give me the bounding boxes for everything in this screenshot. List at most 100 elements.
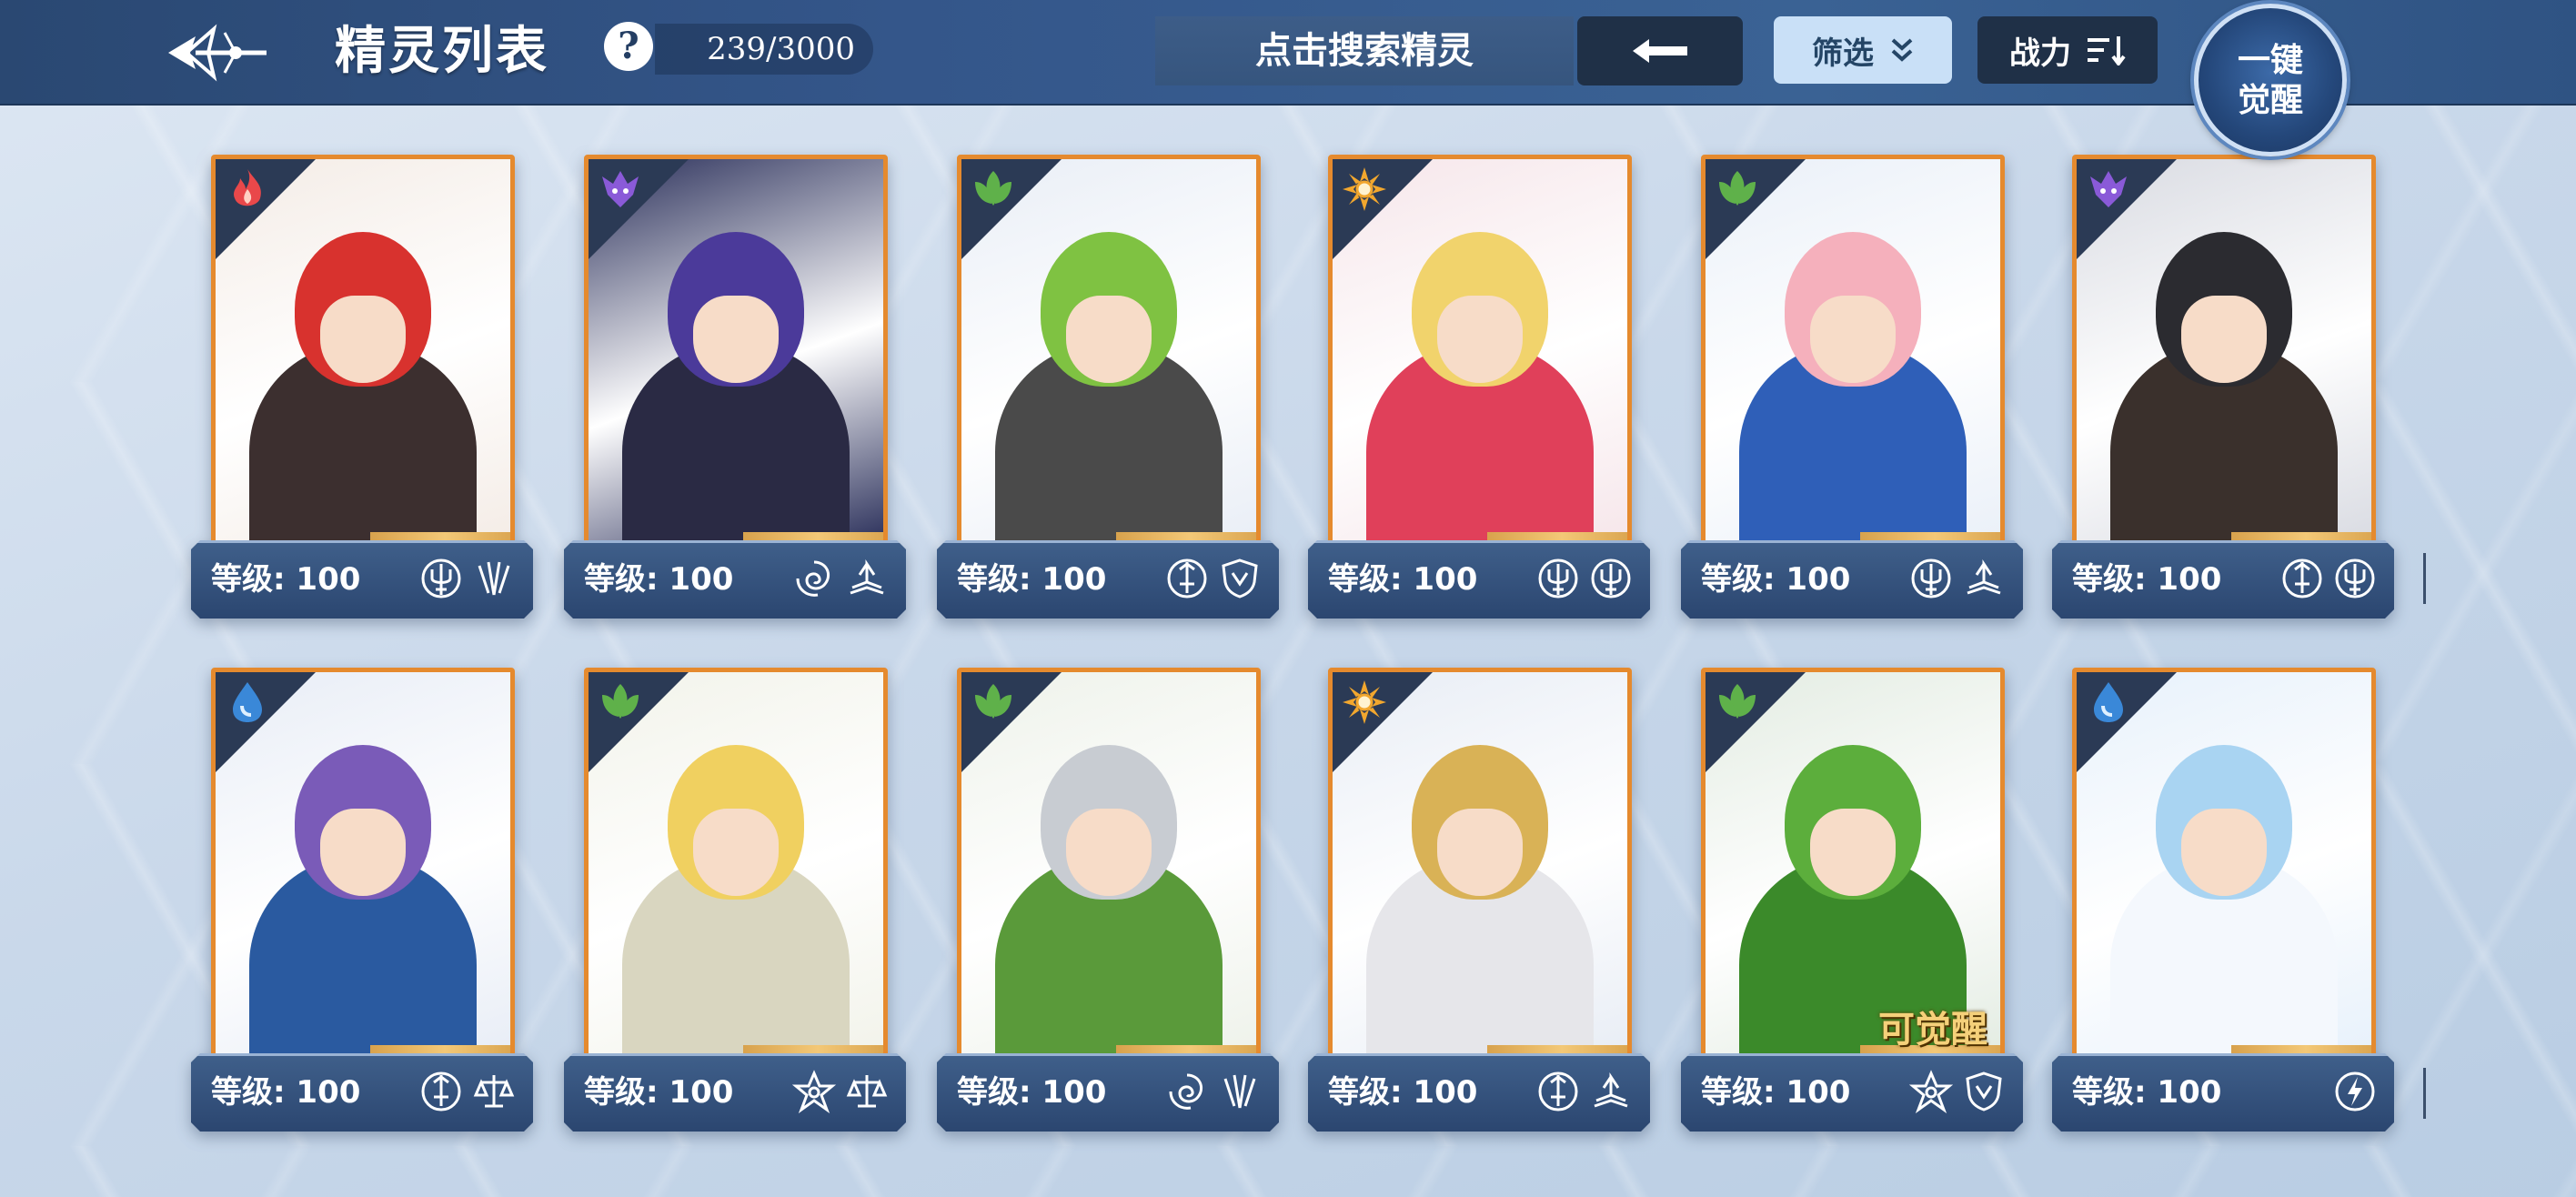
skill-badges [1908,556,2007,601]
sword-icon [418,1069,464,1114]
card-info-bar: 等级: 100 [2052,1053,2394,1132]
spirit-card[interactable]: 等级: 100 [2052,668,2394,1139]
winged-arrow-icon [168,24,267,82]
claw-icon [1217,1069,1263,1114]
dark-icon [2082,163,2135,216]
card-info-bar: 等级: 100 [191,1053,533,1132]
one-key-awaken-button[interactable]: 一键 觉醒 [2194,4,2347,156]
skill-badges [791,556,890,601]
skill-badges [1908,1069,2007,1114]
search-back-button[interactable] [1577,16,1743,86]
book-icon [1588,1069,1634,1114]
light-icon [1338,163,1391,216]
portrait-face [2181,809,2267,896]
skill-badges [1164,556,1263,601]
card-info-bar: 等级: 100 [2052,540,2394,619]
grass-icon [967,163,1020,216]
spirit-card[interactable]: 等级: 100 [564,668,906,1139]
spirit-portrait [584,668,888,1061]
portrait-face [693,809,779,896]
spirit-portrait: 可觉醒 [1701,668,2005,1061]
card-info-bar: 等级: 100 [191,540,533,619]
spirit-portrait [2072,155,2376,548]
level-label: 等级: 100 [957,561,1107,598]
scroll-indicator[interactable] [2423,553,2426,604]
spirit-card[interactable]: 等级: 100 [937,668,1279,1139]
card-info-bar: 等级: 100 [1308,540,1650,619]
scales-icon [471,1069,517,1114]
sort-power-button[interactable]: 战力 [1977,16,2158,84]
level-label: 等级: 100 [584,561,734,598]
spirit-card[interactable]: 等级: 100 [2052,155,2394,626]
level-label: 等级: 100 [1701,561,1851,598]
star-icon [791,1069,837,1114]
skill-badges [418,1069,517,1114]
portrait-face [320,296,406,383]
top-bar: 精灵列表 ? 239/3000 点击搜索精灵 筛选 战力 [0,0,2576,106]
book-icon [1961,556,2007,601]
light-icon [1338,676,1391,729]
spirit-card[interactable]: 等级: 100 [937,155,1279,626]
sword-icon [1164,556,1210,601]
trident-icon [418,556,464,601]
card-info-bar: 等级: 100 [1308,1053,1650,1132]
grass-icon [1711,676,1764,729]
spirit-portrait [1701,155,2005,548]
trident-icon [2332,556,2378,601]
spirit-portrait [957,668,1261,1061]
scales-icon [844,1069,890,1114]
lightning-icon [2332,1069,2378,1114]
awaken-label-line2: 觉醒 [2237,81,2303,119]
help-button[interactable]: ? [604,22,653,71]
card-info-bar: 等级: 100 [564,1053,906,1132]
spirit-portrait [211,155,515,548]
level-label: 等级: 100 [2072,1074,2222,1111]
vortex-icon [1164,1069,1210,1114]
spirit-portrait [1328,155,1632,548]
arrow-left-icon [1633,39,1687,63]
spirit-card[interactable]: 等级: 100 [1308,668,1650,1139]
spirit-count: 239/3000 [655,24,873,75]
sword-icon [2279,556,2325,601]
portrait-face [2181,296,2267,383]
skill-badges [418,556,517,601]
skill-badges [2279,556,2378,601]
level-label: 等级: 100 [584,1074,734,1111]
book-icon [844,556,890,601]
awaken-label-line1: 一键 [2237,41,2303,79]
portrait-face [1437,809,1523,896]
grass-icon [594,676,647,729]
filter-label: 筛选 [1812,35,1874,72]
portrait-face [693,296,779,383]
spirit-card[interactable]: 可觉醒 等级: 100 [1681,668,2023,1139]
skill-badges [1535,556,1634,601]
power-label: 战力 [2009,35,2071,72]
spirit-card[interactable]: 等级: 100 [191,668,533,1139]
level-label: 等级: 100 [2072,561,2222,598]
back-button[interactable] [155,13,282,93]
portrait-face [1810,296,1896,383]
scroll-indicator[interactable] [2423,1068,2426,1119]
search-input[interactable]: 点击搜索精灵 [1155,16,1574,86]
sword-icon [1535,1069,1581,1114]
vortex-icon [791,556,837,601]
filter-button[interactable]: 筛选 [1774,16,1952,84]
skill-badges [1535,1069,1634,1114]
spirit-portrait [584,155,888,548]
portrait-face [1066,296,1152,383]
level-label: 等级: 100 [1328,561,1478,598]
spirit-portrait [211,668,515,1061]
shield-icon [1217,556,1263,601]
spirit-card[interactable]: 等级: 100 [1308,155,1650,626]
spirit-portrait [957,155,1261,548]
trident-icon [1535,556,1581,601]
skill-badges [1164,1069,1263,1114]
trident-icon [1588,556,1634,601]
fire-icon [221,163,274,216]
level-label: 等级: 100 [1328,1074,1478,1111]
spirit-card[interactable]: 等级: 100 [191,155,533,626]
spirit-card[interactable]: 等级: 100 [1681,155,2023,626]
spirit-card[interactable]: 等级: 100 [564,155,906,626]
card-info-bar: 等级: 100 [937,540,1279,619]
level-label: 等级: 100 [1701,1074,1851,1111]
